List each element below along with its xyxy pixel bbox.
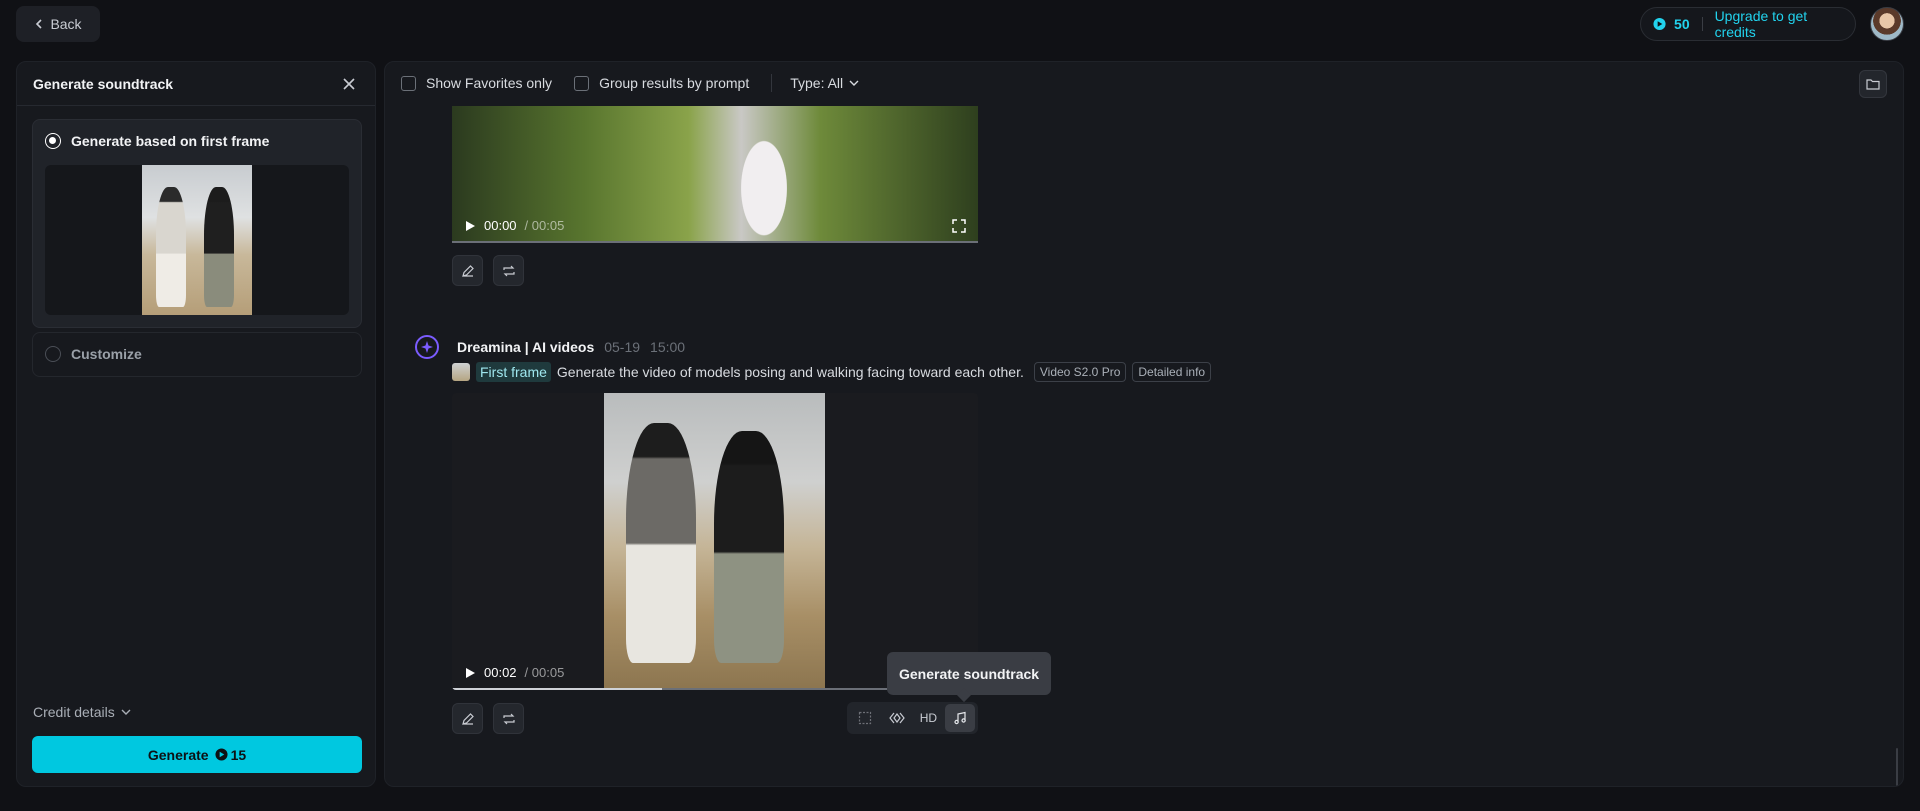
detailed-info-tag[interactable]: Detailed info <box>1132 362 1212 382</box>
video-controls: 00:02 / 00:05 <box>464 665 564 680</box>
video-duration: / 00:05 <box>524 665 565 680</box>
generate-button[interactable]: Generate 15 <box>32 736 362 773</box>
repeat-icon <box>502 713 515 724</box>
video-progress-fill <box>452 688 663 690</box>
option-customize[interactable]: Customize <box>32 332 362 377</box>
credit-coin-icon <box>1653 17 1666 31</box>
pencil-icon <box>461 712 474 725</box>
type-dropdown[interactable]: Type: All <box>790 75 861 91</box>
video-frame-content <box>604 393 825 690</box>
chevron-down-icon <box>849 80 859 86</box>
video-player-2[interactable]: 00:02 / 00:05 <box>452 393 978 690</box>
group-checkbox[interactable] <box>574 75 590 91</box>
panel-title: Generate soundtrack <box>33 75 174 92</box>
pencil-icon <box>461 264 474 277</box>
favorites-checkbox[interactable] <box>401 75 416 91</box>
video-current-time: 00:00 <box>484 218 517 233</box>
video-tools: HD <box>847 702 978 734</box>
divider <box>1701 17 1703 31</box>
back-button[interactable]: Back <box>16 6 100 42</box>
video-progress[interactable] <box>452 241 978 243</box>
group-label: Group results by prompt <box>599 75 750 91</box>
close-icon[interactable] <box>339 74 359 94</box>
first-frame-thumbnail[interactable] <box>452 363 470 381</box>
avatar[interactable] <box>1870 7 1904 41</box>
option-first-frame[interactable]: Generate based on first frame <box>32 119 362 328</box>
results-toolbar: Show Favorites only Group results by pro… <box>401 74 883 92</box>
repeat-icon <box>502 265 515 276</box>
generate-cost-value: 15 <box>230 746 247 763</box>
diamond-arrows-icon <box>888 712 905 724</box>
fullscreen-icon[interactable] <box>952 219 966 233</box>
first-frame-chip[interactable]: First frame <box>476 362 551 382</box>
credit-coin-icon <box>215 748 228 761</box>
credit-count: 50 <box>1674 16 1690 32</box>
entry-time: 15:00 <box>650 339 686 355</box>
frame-select-button[interactable] <box>850 704 880 732</box>
results-panel: Show Favorites only Group results by pro… <box>384 61 1904 787</box>
generate-label: Generate <box>147 746 209 763</box>
first-frame-preview <box>45 165 349 315</box>
video-player-1[interactable]: 00:00 / 00:05 <box>452 106 978 243</box>
divider <box>771 74 773 92</box>
group-by-prompt-filter[interactable]: Group results by prompt <box>574 75 749 91</box>
back-label: Back <box>50 16 82 32</box>
video-current-time: 00:02 <box>484 665 517 680</box>
entry-header: Dreamina | AI videos 05-19 15:00 <box>415 335 685 359</box>
option-customize-label: Customize <box>71 346 142 362</box>
play-icon[interactable] <box>464 220 476 232</box>
video-controls: 00:00 / 00:05 <box>464 218 564 233</box>
edit-button[interactable] <box>452 255 483 286</box>
music-note-icon <box>954 711 966 725</box>
upgrade-link[interactable]: Upgrade to get credits <box>1715 8 1843 40</box>
frame-select-icon <box>858 711 871 725</box>
generate-cost: 15 <box>215 746 247 763</box>
entry-date: 05-19 <box>604 339 641 355</box>
dreamina-logo-icon <box>415 335 439 359</box>
regenerate-button[interactable] <box>493 703 524 734</box>
option-first-frame-label: Generate based on first frame <box>71 133 270 149</box>
regenerate-button[interactable] <box>493 255 524 286</box>
folder-button[interactable] <box>1859 70 1887 98</box>
video-duration: / 00:05 <box>524 218 565 233</box>
radio-customize[interactable] <box>45 346 61 362</box>
prompt-text: Generate the video of models posing and … <box>556 364 1024 380</box>
panel-header: Generate soundtrack <box>17 62 375 106</box>
first-frame-image <box>142 165 252 315</box>
type-label: Type: All <box>790 75 844 91</box>
edit-button[interactable] <box>452 703 483 734</box>
credits-pill[interactable]: 50 Upgrade to get credits <box>1640 7 1856 41</box>
hd-upscale-button[interactable]: HD <box>914 704 944 732</box>
entry-author: Dreamina | AI videos <box>457 339 595 355</box>
video-frame-content <box>724 106 804 243</box>
scrollbar[interactable] <box>1896 748 1898 786</box>
credit-details-toggle[interactable]: Credit details <box>33 704 131 720</box>
favorites-filter[interactable]: Show Favorites only <box>401 75 552 91</box>
model-tag[interactable]: Video S2.0 Pro <box>1033 362 1127 382</box>
radio-first-frame[interactable] <box>45 133 61 149</box>
favorites-label: Show Favorites only <box>426 75 553 91</box>
soundtrack-panel: Generate soundtrack Generate based on fi… <box>16 61 376 787</box>
chevron-left-icon <box>36 19 43 29</box>
chevron-down-icon <box>121 709 131 715</box>
prompt-row: First frame Generate the video of models… <box>452 362 1212 382</box>
video-2-actions <box>452 703 524 734</box>
generate-soundtrack-button[interactable] <box>945 704 975 732</box>
interpolate-button[interactable] <box>882 704 912 732</box>
play-icon[interactable] <box>464 667 476 679</box>
video-1-actions <box>452 255 524 286</box>
credit-details-label: Credit details <box>33 704 115 720</box>
top-bar: Back 50 Upgrade to get credits <box>0 0 1920 48</box>
folder-icon <box>1866 79 1880 90</box>
tooltip-generate-soundtrack: Generate soundtrack <box>887 652 1052 695</box>
